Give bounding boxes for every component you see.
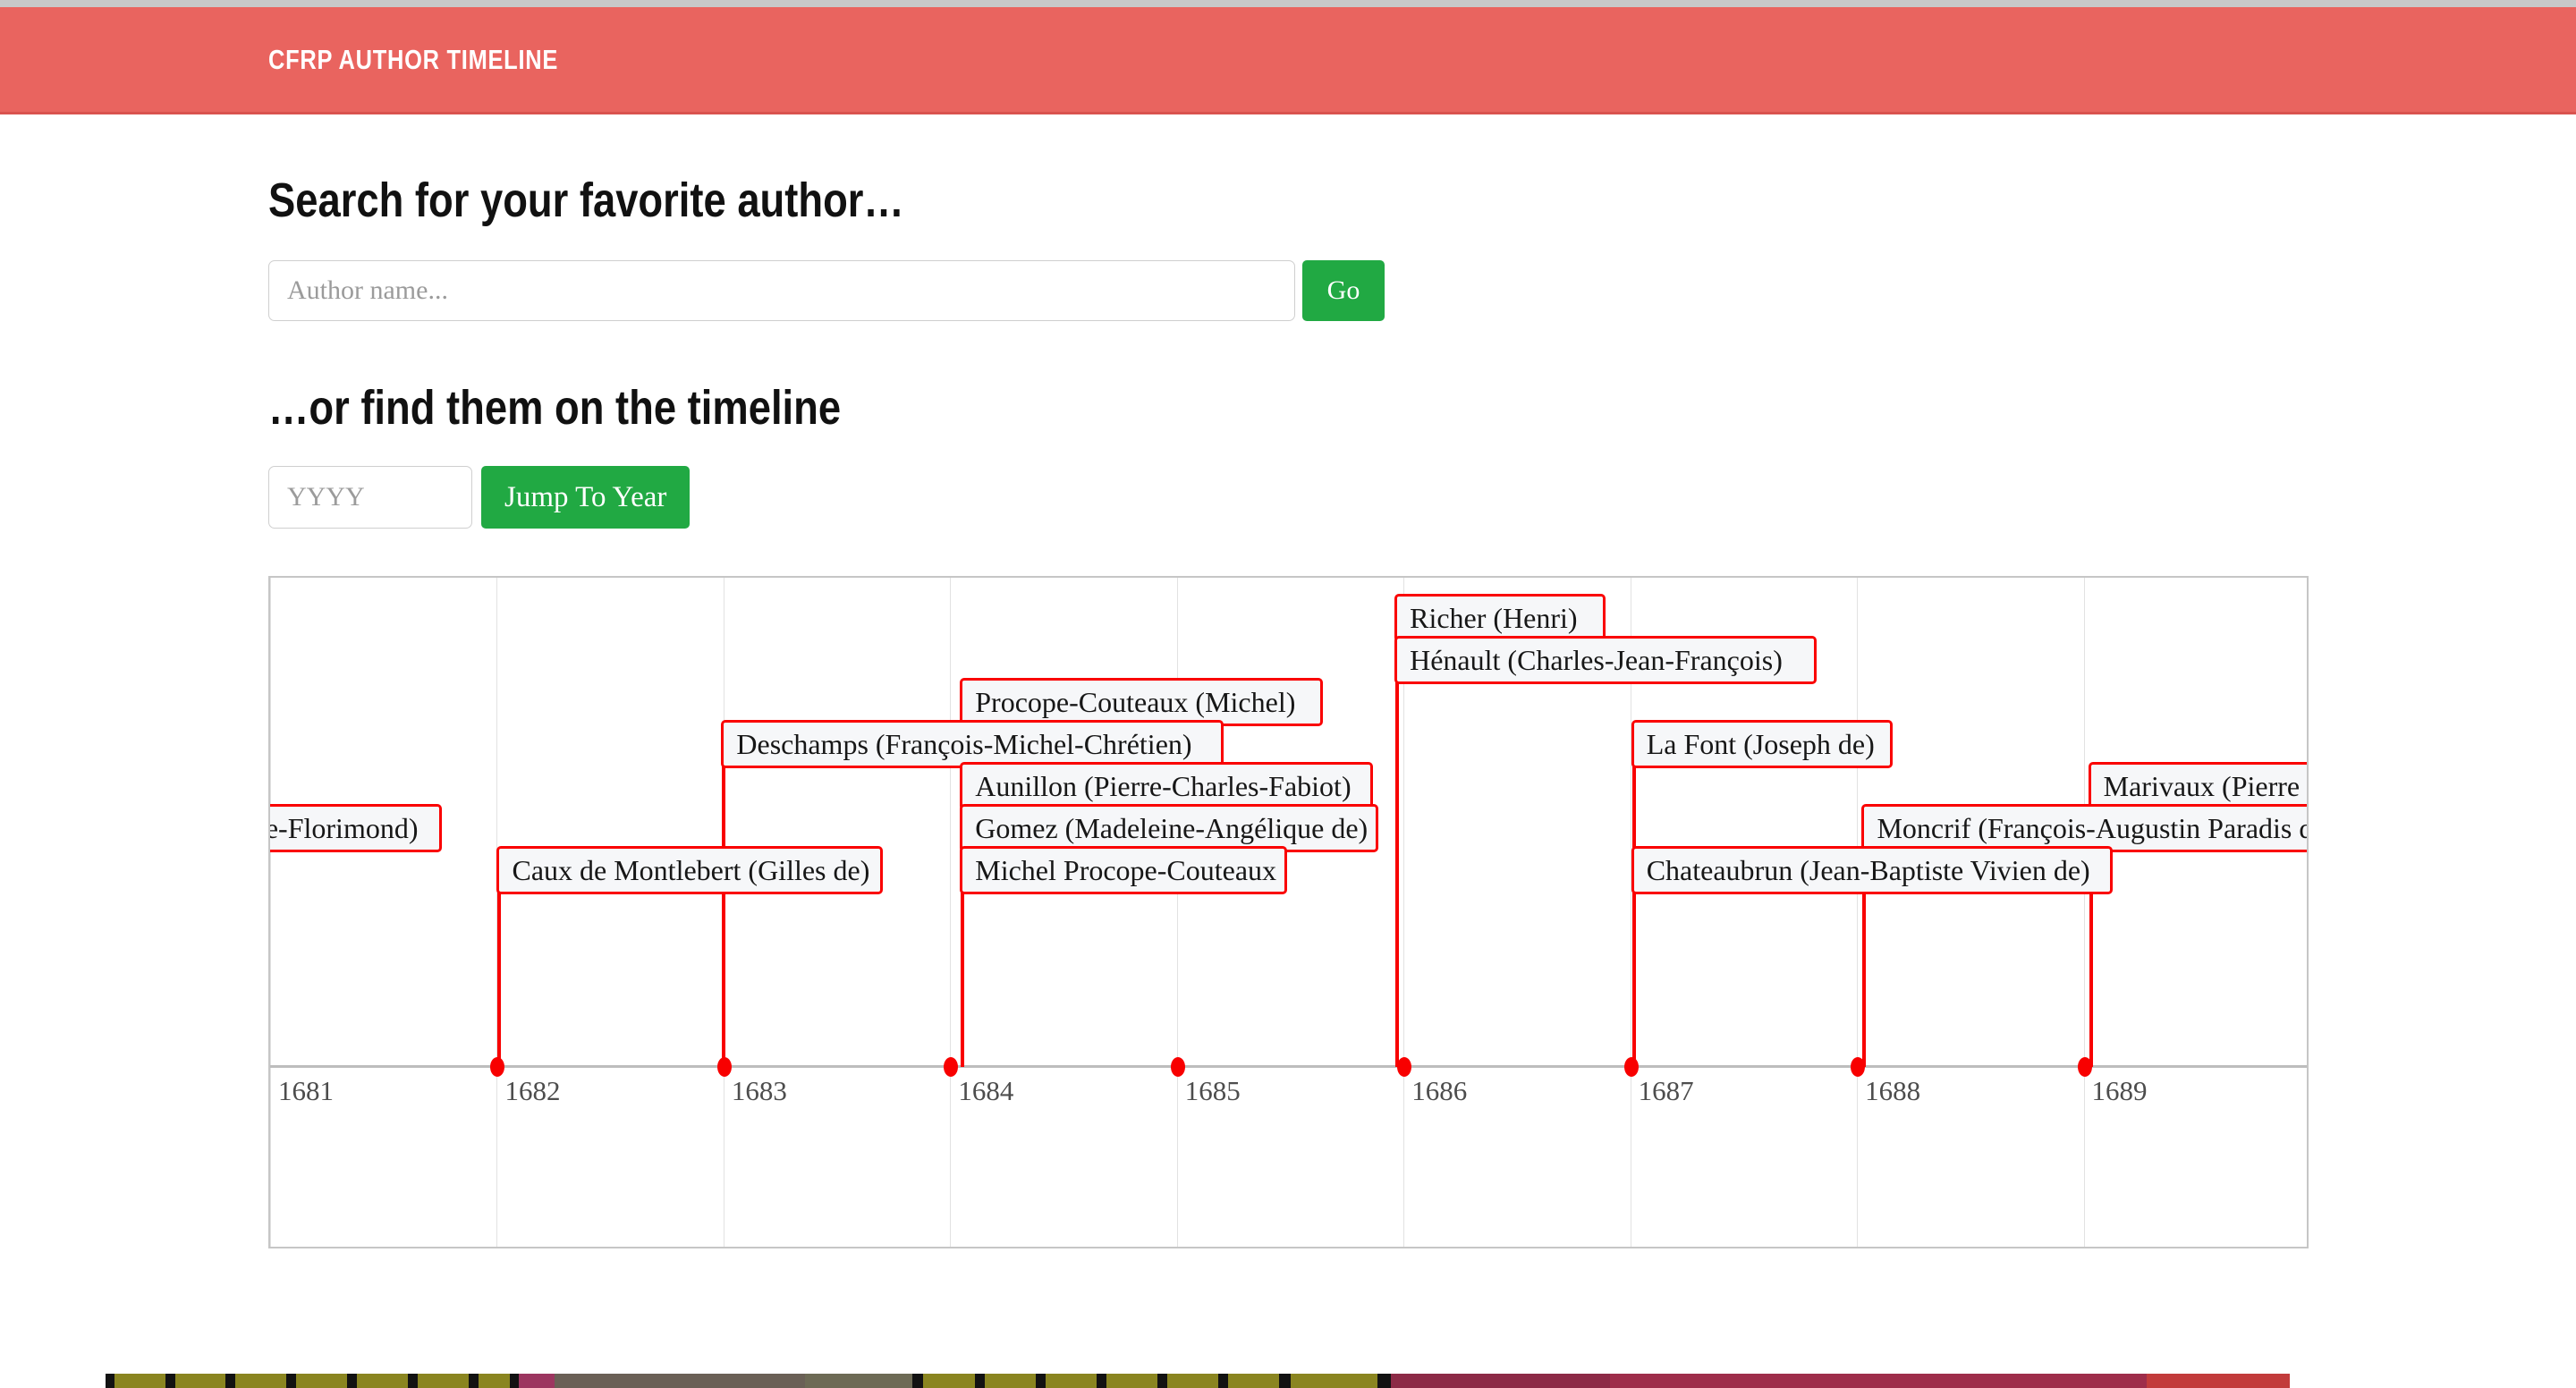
- year-gridline-1688: [1857, 578, 1859, 1247]
- search-go-button[interactable]: Go: [1302, 260, 1385, 321]
- axis-year-label-1688: 1688: [1865, 1075, 1921, 1106]
- browser-chrome-strip: [0, 0, 2576, 7]
- timeline-event-box[interactable]: Richer (Henri): [1394, 594, 1606, 642]
- axis-dot-1687[interactable]: [1623, 1057, 1639, 1077]
- timeline-event-box[interactable]: Caux de Montlebert (Gilles de): [496, 846, 884, 894]
- axis-year-label-1681: 1681: [278, 1075, 334, 1106]
- timeline-axis-line: [270, 1065, 2307, 1068]
- event-connector: [961, 891, 965, 1067]
- timeline-event-box[interactable]: Chateaubrun (Jean-Baptiste Vivien de): [1631, 846, 2113, 894]
- timeline-event-box[interactable]: Michel Procope-Couteaux: [960, 846, 1288, 894]
- timeline-event-box[interactable]: Deschamps (François-Michel-Chrétien): [721, 720, 1224, 768]
- year-gridline-1689: [2083, 578, 2085, 1247]
- axis-dot-1686[interactable]: [1397, 1057, 1412, 1077]
- jump-to-year-button[interactable]: Jump To Year: [481, 466, 691, 529]
- timeline-event-box[interactable]: La Font (Joseph de): [1631, 720, 1893, 768]
- timeline-heading: …or find them on the timeline: [268, 381, 842, 435]
- axis-dot-1683[interactable]: [716, 1057, 732, 1077]
- year-gridline-1681: [270, 578, 271, 1247]
- event-connector: [497, 891, 502, 1067]
- timeline-plot: Richer (Henri) Hénault (Charles-Jean-Fran…: [270, 578, 2307, 1247]
- year-input[interactable]: [268, 466, 472, 529]
- axis-year-label-1683: 1683: [731, 1075, 787, 1106]
- axis-dot-1685[interactable]: [1170, 1057, 1185, 1077]
- event-connector: [1631, 891, 1636, 1067]
- year-jump-form: Jump To Year: [268, 466, 691, 529]
- app-header: CFRP Author Timeline: [0, 7, 2576, 114]
- timeline-event-box[interactable]: Hénault (Charles-Jean-François): [1394, 636, 1818, 684]
- axis-year-label-1684: 1684: [958, 1075, 1014, 1106]
- axis-year-label-1686: 1686: [1411, 1075, 1468, 1106]
- year-gridline-1684: [950, 578, 952, 1247]
- timeline-event-box[interactable]: Moncrif (François-Augustin Paradis de): [1861, 804, 2307, 852]
- timeline-event-box[interactable]: Aunillon (Pierre-Charles-Fabiot): [960, 762, 1374, 810]
- axis-year-label-1685: 1685: [1184, 1075, 1241, 1106]
- timeline-event-box[interactable]: Gomez (Madeleine-Angélique de): [960, 804, 1379, 852]
- page-body: Search for your favorite author… Go …or …: [0, 117, 2576, 1280]
- axis-dot-1684[interactable]: [944, 1057, 959, 1077]
- axis-year-label-1687: 1687: [1638, 1075, 1694, 1106]
- timeline-event-box[interactable]: Procope-Couteaux (Michel): [960, 678, 1324, 726]
- bottom-dock: [0, 1374, 2576, 1388]
- axis-dot-1688[interactable]: [1851, 1057, 1866, 1077]
- event-connector: [1395, 681, 1400, 1067]
- axis-year-label-1682: 1682: [504, 1075, 561, 1106]
- app-title: CFRP Author Timeline: [268, 43, 559, 75]
- search-heading: Search for your favorite author…: [268, 174, 904, 227]
- axis-dot-1682[interactable]: [490, 1057, 505, 1077]
- timeline-event-box[interactable]: Marivaux (Pierre de): [2088, 762, 2307, 810]
- event-connector: [722, 765, 726, 1067]
- timeline-event-box[interactable]: eau (Claude-Florimond): [270, 804, 443, 852]
- axis-year-label-1689: 1689: [2091, 1075, 2148, 1106]
- author-search-form: Go: [268, 260, 1385, 321]
- axis-dot-1689[interactable]: [2077, 1057, 2092, 1077]
- timeline-container[interactable]: Richer (Henri) Hénault (Charles-Jean-Fran…: [268, 576, 2309, 1248]
- search-input[interactable]: [268, 260, 1295, 321]
